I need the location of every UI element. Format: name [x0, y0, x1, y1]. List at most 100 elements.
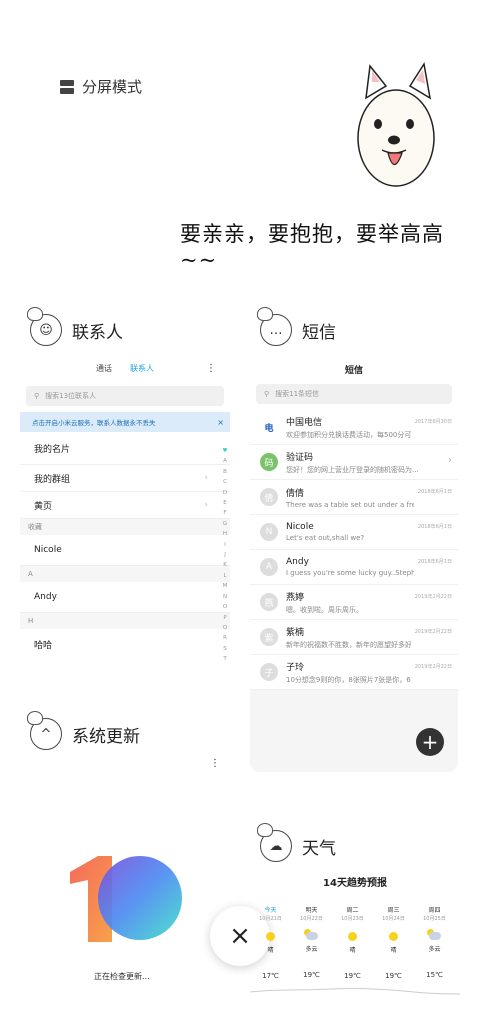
alphabet-letter[interactable]: O — [220, 602, 230, 612]
message-row[interactable]: A Andy I guess you're some lucky guy..Step… — [250, 550, 458, 585]
list-item-yellow-pages[interactable]: 黄页 › — [20, 492, 230, 519]
message-time: 2017年6月30日 — [414, 419, 452, 425]
cloud-banner[interactable]: 点击开启小米云服务，联系人数据永不丢失 × — [20, 412, 230, 432]
alphabet-letter[interactable]: M — [220, 581, 230, 591]
contacts-card[interactable]: 通话 联系人 ⋮ ⚲ 搜索13位联系人 点击开启小米云服务，联系人数据永不丢失 … — [20, 356, 230, 662]
tab-contacts[interactable]: 联系人 — [130, 363, 154, 374]
sender-name: 验证码 — [286, 452, 314, 463]
alphabet-index[interactable]: ♥ A B C D E F G H I J K L M N O P Q R S T — [220, 446, 230, 665]
message-list: 电中国电信 欢迎参加积分兑换话费活动，每500分可... 2017年6月30日码验证… — [250, 410, 458, 690]
message-row[interactable]: 紫紫楠 新年的祝福数不胜数，新年的愿望好多好... 2019年2月22日 — [250, 620, 458, 655]
alphabet-letter[interactable]: G — [220, 519, 230, 529]
message-row[interactable]: 电中国电信 欢迎参加积分兑换话费活动，每500分可... 2017年6月30日 — [250, 410, 458, 445]
compose-button[interactable]: + — [416, 728, 444, 756]
alphabet-letter[interactable]: D — [220, 488, 230, 498]
section-h: H — [20, 613, 230, 629]
forecast-day[interactable]: 周四 10月25日 多云 15℃ — [414, 905, 455, 980]
weather-condition: 晴 — [390, 947, 397, 954]
sms-header: 短信 — [344, 365, 363, 376]
alphabet-letter[interactable]: T — [220, 654, 230, 664]
search-icon: ⚲ — [34, 392, 40, 400]
alphabet-letter[interactable]: R — [220, 633, 230, 643]
weather-condition: 多云 — [428, 946, 441, 953]
sms-search-placeholder: 搜索11条短信 — [275, 390, 320, 398]
alphabet-letter[interactable]: L — [220, 571, 230, 581]
more-menu-icon[interactable]: ⋮ — [210, 758, 220, 769]
message-row[interactable]: N Nicole Let's eat out,shall we? 2018年6月1日 — [250, 515, 458, 550]
message-time: 2018年6月1日 — [417, 489, 452, 495]
alphabet-letter[interactable]: A — [220, 456, 230, 466]
contact-row[interactable]: Andy — [20, 582, 230, 613]
alphabet-letter[interactable]: K — [220, 560, 230, 570]
message-preview: 嗯。收到啦。周乐周乐。 — [286, 605, 363, 614]
contacts-icon: ☺ — [27, 307, 62, 346]
contact-name: 哈哈 — [34, 640, 53, 651]
list-item-my-card[interactable]: 我的名片 — [20, 432, 230, 465]
contact-name: Nicole — [34, 545, 62, 555]
weather-icon: ☁ — [257, 823, 292, 862]
miui-10-logo — [70, 856, 182, 942]
message-preview: There was a table set out under a free i… — [286, 500, 414, 509]
sms-app-header[interactable]: … 短信 — [257, 307, 336, 346]
day-label: 今天 — [264, 907, 277, 914]
list-item-my-groups[interactable]: 我的群组 › — [20, 465, 230, 492]
list-item-label: 黄页 — [34, 501, 53, 512]
alphabet-letter[interactable]: ♥ — [220, 446, 230, 456]
cloud-icon — [426, 929, 441, 940]
message-row[interactable]: 倩倩倩 There was a table set out under a fre… — [250, 480, 458, 515]
split-screen-icon — [60, 79, 74, 94]
message-time: 2019年2月22日 — [414, 664, 452, 670]
contacts-search-input[interactable]: ⚲ 搜索13位联系人 — [26, 386, 224, 406]
alphabet-letter[interactable]: H — [220, 529, 230, 539]
day-label: 周四 — [428, 907, 441, 914]
alphabet-letter[interactable]: N — [220, 592, 230, 602]
sms-card[interactable]: 短信 ⚲ 搜索11条短信 电中国电信 欢迎参加积分兑换话费活动，每500分可...… — [250, 356, 458, 772]
weather-title: 天气 — [302, 838, 336, 859]
sun-icon — [348, 932, 357, 941]
forecast-day[interactable]: 周二 10月23日晴 19℃ — [332, 905, 373, 980]
message-row[interactable]: 子子玲 10分想念9则的你，8张照片7张是你，6只... 2019年2月22日 — [250, 655, 458, 690]
message-row[interactable]: 码验证码 您好！您的网上营业厅登录的随机密码为... › — [250, 445, 458, 480]
day-temperature: 19℃ — [344, 972, 361, 980]
message-row[interactable]: 燕燕婷 嗯。收到啦。周乐周乐。 2019年2月22日 — [250, 585, 458, 620]
weather-card[interactable]: 14天趋势预报 今天 10月21日晴 17℃ 明天 10月22日 多云 19℃ 周二 10月23… — [250, 872, 460, 1013]
message-preview: Let's eat out,shall we? — [286, 534, 365, 542]
forecast-day[interactable]: 周三 10月24日晴 19℃ — [373, 905, 414, 980]
alphabet-letter[interactable]: C — [220, 477, 230, 487]
sun-icon — [266, 932, 275, 941]
contact-name: Andy — [34, 592, 57, 602]
contacts-app-header[interactable]: ☺ 联系人 — [27, 307, 123, 346]
sender-name: 紫楠 — [286, 627, 305, 638]
split-screen-button[interactable]: 分屏模式 — [60, 76, 142, 97]
forecast-title: 14天趋势预报 — [323, 878, 387, 889]
weather-app-header[interactable]: ☁ 天气 — [257, 823, 336, 862]
contact-avatar: 倩 — [260, 488, 278, 506]
update-app-header[interactable]: ^ 系统更新 — [27, 711, 140, 750]
close-icon[interactable]: × — [217, 418, 224, 427]
forecast-day[interactable]: 明天 10月22日 多云 19℃ — [291, 905, 332, 980]
alphabet-letter[interactable]: P — [220, 613, 230, 623]
search-icon: ⚲ — [264, 390, 270, 398]
sender-name: 倩倩 — [286, 488, 305, 499]
day-date: 10月23日 — [341, 916, 364, 922]
alphabet-letter[interactable]: B — [220, 467, 230, 477]
message-time: 2018年6月1日 — [417, 559, 452, 565]
sms-search-input[interactable]: ⚲ 搜索11条短信 — [256, 384, 452, 404]
alphabet-letter[interactable]: I — [220, 540, 230, 550]
list-item-label: 我的名片 — [34, 444, 71, 455]
contact-row[interactable]: Nicole — [20, 535, 230, 566]
update-icon: ^ — [27, 711, 62, 750]
forecast-day[interactable]: 今天 10月21日晴 17℃ — [250, 905, 291, 980]
alphabet-letter[interactable]: S — [220, 644, 230, 654]
chevron-right-icon: › — [448, 455, 452, 466]
more-menu-icon[interactable]: ⋮ — [206, 363, 216, 374]
alphabet-letter[interactable]: J — [220, 550, 230, 560]
alphabet-letter[interactable]: E — [220, 498, 230, 508]
message-preview: 欢迎参加积分兑换话费活动，每500分可... — [286, 430, 411, 439]
contact-row[interactable]: 哈哈 — [20, 629, 230, 659]
tab-calls[interactable]: 通话 — [96, 363, 112, 374]
alphabet-letter[interactable]: Q — [220, 623, 230, 633]
alphabet-letter[interactable]: F — [220, 508, 230, 518]
cloud-icon — [303, 929, 318, 940]
section-favorites: 收藏 — [20, 519, 230, 535]
